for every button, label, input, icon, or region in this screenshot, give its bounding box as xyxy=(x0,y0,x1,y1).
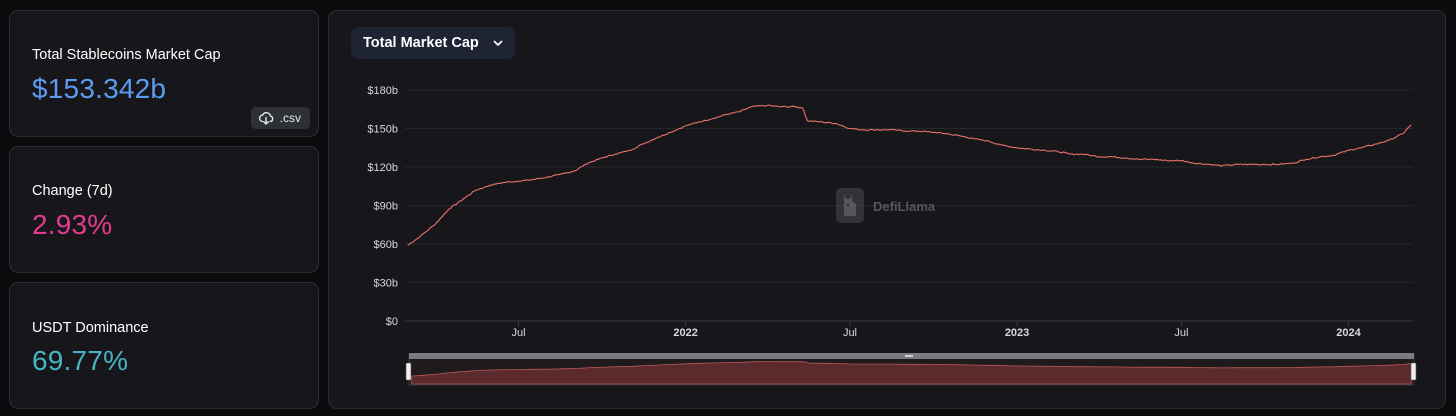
chevron-down-icon xyxy=(493,40,503,46)
cloud-download-icon xyxy=(258,112,273,125)
metric-dropdown[interactable]: Total Market Cap xyxy=(351,27,515,59)
stat-card-change-7d: Change (7d) 2.93% xyxy=(9,146,319,273)
stat-card-market-cap: Total Stablecoins Market Cap $153.342b .… xyxy=(9,10,319,137)
stat-label: USDT Dominance xyxy=(32,320,149,336)
stat-label: Change (7d) xyxy=(32,183,113,199)
stat-label: Total Stablecoins Market Cap xyxy=(32,47,221,63)
csv-label: .csv xyxy=(279,111,301,125)
stat-value: 69.77% xyxy=(32,345,129,376)
stat-value: 2.93% xyxy=(32,209,113,240)
stat-value: $153.342b xyxy=(32,73,167,104)
csv-download-button[interactable]: .csv xyxy=(250,107,310,129)
dropdown-label: Total Market Cap xyxy=(363,35,479,51)
stat-card-usdt-dominance: USDT Dominance 69.77% xyxy=(9,282,319,409)
chart-panel: Total Market Cap xyxy=(328,10,1446,409)
